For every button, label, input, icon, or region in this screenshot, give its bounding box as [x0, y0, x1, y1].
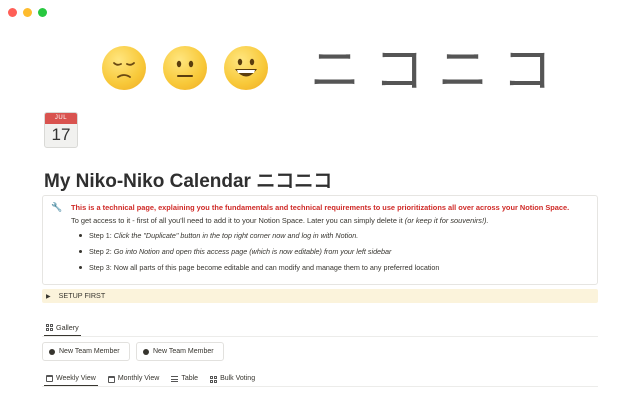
wrench-icon: 🔧: [51, 202, 63, 212]
gallery-card[interactable]: New Team Member: [136, 342, 224, 361]
gallery-grid-icon: [210, 375, 218, 383]
callout-block[interactable]: 🔧 This is a technical page, explaining y…: [42, 195, 598, 285]
tab-table[interactable]: Table: [169, 372, 200, 386]
window-controls: [8, 8, 47, 17]
tab-gallery[interactable]: Gallery: [44, 320, 81, 336]
steps-list: Step 1: Click the "Duplicate" button in …: [79, 230, 589, 273]
step-label: Step 3:: [89, 263, 112, 272]
calendar-page-icon[interactable]: JUL 17: [44, 112, 78, 148]
gallery-view-tabs: Gallery: [44, 320, 81, 336]
page-cover[interactable]: ニコニコ: [0, 40, 640, 100]
sad-face-icon: [102, 46, 146, 90]
callout-intro: To get access to it - first of all you'l…: [71, 215, 589, 226]
callout-headline: This is a technical page, explaining you…: [71, 203, 570, 212]
database-view-tabs: Weekly View Monthly View Table Bulk Voti…: [44, 372, 257, 386]
cover-kana-text: ニコニコ: [310, 41, 566, 99]
tab-monthly-view[interactable]: Monthly View: [106, 372, 162, 386]
tab-weekly-view[interactable]: Weekly View: [44, 372, 98, 386]
minimize-window-button[interactable]: [23, 8, 32, 17]
card-title: New Team Member: [153, 348, 214, 355]
toggle-triangle-icon[interactable]: ▶: [46, 290, 51, 304]
gallery-grid-icon: [46, 324, 53, 331]
callout-intro-emphasis: (or keep it for souvenirs!).: [404, 216, 489, 225]
gallery-card[interactable]: New Team Member: [42, 342, 130, 361]
tab-label: Bulk Voting: [220, 375, 256, 382]
callout-header: 🔧 This is a technical page, explaining y…: [51, 202, 589, 213]
calendar-month: JUL: [45, 113, 77, 124]
calendar-icon: [107, 375, 115, 383]
setup-first-toggle[interactable]: ▶ SETUP FIRST: [42, 289, 598, 303]
calendar-day: 17: [51, 125, 71, 144]
tab-label: Monthly View: [117, 375, 160, 382]
step-text: Click the "Duplicate" button in the top …: [113, 231, 359, 240]
list-item: Step 1: Click the "Duplicate" button in …: [79, 230, 589, 241]
person-icon: [49, 348, 55, 355]
maximize-window-button[interactable]: [38, 8, 47, 17]
tab-gallery-label: Gallery: [56, 322, 79, 332]
list-item: Step 3: Now all parts of this page becom…: [79, 262, 589, 273]
calendar-icon: [46, 375, 53, 382]
tab-label: Table: [181, 375, 199, 382]
step-text: Go into Notion and open this access page…: [113, 247, 392, 256]
card-title: New Team Member: [59, 348, 120, 355]
divider: [42, 336, 598, 337]
page-title-kana: ニコニコ: [256, 170, 333, 192]
list-item: Step 2: Go into Notion and open this acc…: [79, 246, 589, 257]
neutral-face-icon: [163, 46, 207, 90]
tab-bulk-voting[interactable]: Bulk Voting: [208, 372, 257, 386]
grinning-face-icon: [224, 46, 268, 90]
close-window-button[interactable]: [8, 8, 17, 17]
gallery-cards: New Team Member New Team Member: [42, 342, 224, 361]
step-label: Step 2:: [89, 247, 112, 256]
callout-intro-text: To get access to it - first of all you'l…: [71, 216, 403, 225]
step-text: Now all parts of this page become editab…: [113, 263, 440, 272]
page-title-text: My Niko-Niko Calendar: [44, 171, 251, 192]
divider: [42, 386, 598, 387]
toggle-label: SETUP FIRST: [58, 291, 106, 300]
page-title[interactable]: My Niko-Niko Calendar ニコニコ: [44, 166, 332, 193]
tab-label: Weekly View: [56, 374, 96, 382]
table-icon: [171, 376, 179, 382]
person-icon: [143, 348, 149, 355]
step-label: Step 1:: [89, 231, 112, 240]
